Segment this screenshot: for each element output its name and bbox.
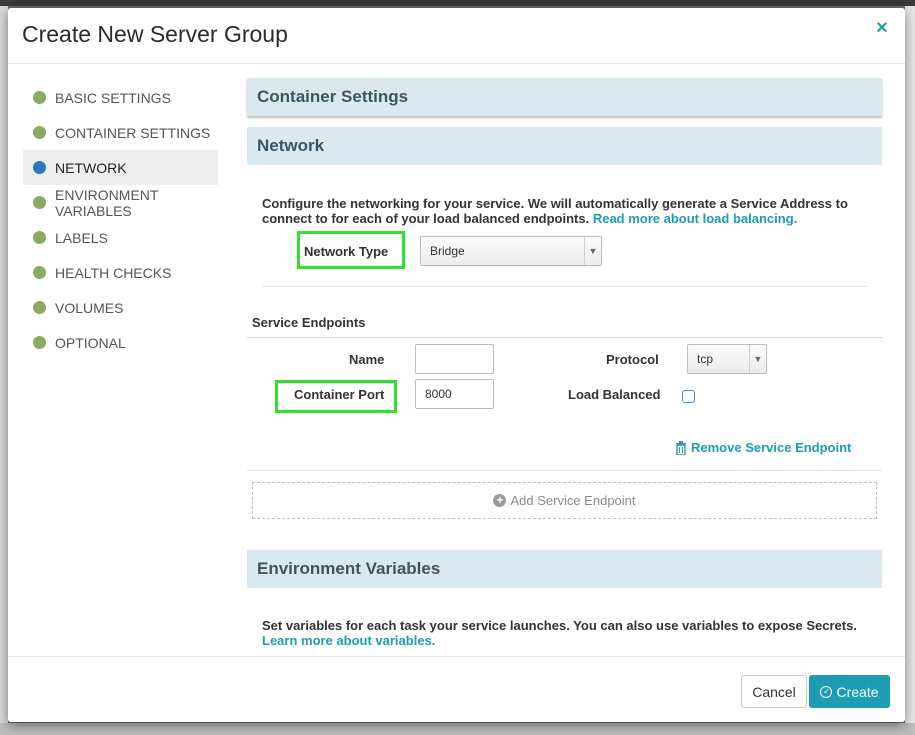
backdrop-topbar bbox=[0, 0, 915, 6]
sidebar-item-label: ENVIRONMENT VARIABLES bbox=[55, 186, 159, 219]
sidebar-item-label: BASIC SETTINGS bbox=[55, 89, 171, 106]
create-server-group-modal: Create New Server Group × BASIC SETTINGS… bbox=[8, 8, 905, 722]
protocol-value: tcp bbox=[697, 352, 714, 366]
chevron-down-icon: ▼ bbox=[584, 237, 601, 265]
status-dot-icon bbox=[33, 91, 46, 104]
sidebar-item-container-settings[interactable]: CONTAINER SETTINGS bbox=[23, 115, 218, 150]
container-settings-header[interactable]: Container Settings bbox=[247, 78, 882, 116]
sidebar-item-environment-variables[interactable]: ENVIRONMENT VARIABLES bbox=[23, 185, 218, 220]
network-description: Configure the networking for your servic… bbox=[262, 196, 867, 226]
add-endpoint-button[interactable]: + Add Service Endpoint bbox=[252, 482, 877, 519]
network-type-label: Network Type bbox=[304, 244, 389, 259]
status-dot-icon bbox=[33, 161, 46, 174]
environment-variables-header: Environment Variables bbox=[247, 550, 882, 588]
sidebar-item-label: LABELS bbox=[55, 229, 108, 246]
sidebar-item-label: CONTAINER SETTINGS bbox=[55, 124, 211, 141]
network-header: Network bbox=[247, 127, 882, 165]
backdrop-left bbox=[0, 6, 8, 735]
create-button[interactable]: ✓ Create bbox=[809, 675, 890, 708]
sidebar-item-label: HEALTH CHECKS bbox=[55, 264, 172, 281]
add-endpoint-label: Add Service Endpoint bbox=[510, 493, 636, 508]
sidebar-item-label: OPTIONAL bbox=[55, 334, 126, 351]
backdrop-bottom bbox=[0, 723, 915, 735]
service-endpoints-label: Service Endpoints bbox=[252, 315, 366, 330]
status-dot-icon bbox=[33, 196, 46, 209]
check-circle-icon: ✓ bbox=[820, 685, 833, 698]
container-port-input[interactable]: 8000 bbox=[415, 379, 494, 409]
status-dot-icon bbox=[33, 301, 46, 314]
variables-link[interactable]: Learn more about variables. bbox=[262, 633, 435, 648]
chevron-down-icon: ▼ bbox=[749, 345, 766, 373]
trash-icon bbox=[676, 440, 686, 455]
status-dot-icon bbox=[33, 126, 46, 139]
name-label: Name bbox=[349, 352, 385, 367]
status-dot-icon bbox=[33, 231, 46, 244]
name-input[interactable] bbox=[415, 344, 494, 374]
plus-icon: + bbox=[493, 494, 507, 507]
backdrop-right bbox=[905, 6, 915, 735]
env-description: Set variables for each task your service… bbox=[262, 618, 867, 648]
create-label: Create bbox=[836, 683, 879, 700]
load-balanced-label: Load Balanced bbox=[568, 387, 661, 402]
load-balanced-checkbox[interactable] bbox=[682, 390, 695, 403]
status-dot-icon bbox=[33, 266, 46, 279]
endpoint-bottom-divider bbox=[247, 470, 882, 471]
load-balancing-link[interactable]: Read more about load balancing. bbox=[593, 211, 797, 226]
modal-footer: Cancel ✓ Create bbox=[8, 656, 905, 722]
status-dot-icon bbox=[33, 336, 46, 349]
sidebar-item-label: NETWORK bbox=[55, 159, 127, 176]
cancel-button[interactable]: Cancel bbox=[741, 675, 807, 708]
network-type-select[interactable]: Bridge ▼ bbox=[420, 236, 602, 266]
container-port-label: Container Port bbox=[294, 387, 385, 402]
env-description-text: Set variables for each task your service… bbox=[262, 618, 857, 633]
sidebar-item-basic-settings[interactable]: BASIC SETTINGS bbox=[23, 80, 218, 115]
protocol-select[interactable]: tcp ▼ bbox=[687, 344, 767, 374]
sidebar-item-health-checks[interactable]: HEALTH CHECKS bbox=[23, 255, 218, 290]
step-sidebar: BASIC SETTINGS CONTAINER SETTINGS NETWOR… bbox=[23, 80, 218, 360]
remove-endpoint-label: Remove Service Endpoint bbox=[691, 440, 852, 455]
sidebar-item-labels[interactable]: LABELS bbox=[23, 220, 218, 255]
sidebar-item-volumes[interactable]: VOLUMES bbox=[23, 290, 218, 325]
network-type-value: Bridge bbox=[430, 244, 465, 258]
remove-endpoint-button[interactable]: Remove Service Endpoint bbox=[675, 440, 851, 455]
close-icon[interactable]: × bbox=[873, 18, 891, 38]
sidebar-item-network[interactable]: NETWORK bbox=[23, 150, 218, 185]
modal-header: Create New Server Group × bbox=[8, 8, 905, 64]
sidebar-item-optional[interactable]: OPTIONAL bbox=[23, 325, 218, 360]
modal-title: Create New Server Group bbox=[22, 21, 288, 47]
protocol-label: Protocol bbox=[606, 352, 659, 367]
network-divider bbox=[262, 286, 867, 287]
endpoints-divider bbox=[247, 337, 882, 338]
form-content: Container Settings Network Configure the… bbox=[247, 78, 883, 668]
sidebar-item-label: VOLUMES bbox=[55, 299, 124, 316]
